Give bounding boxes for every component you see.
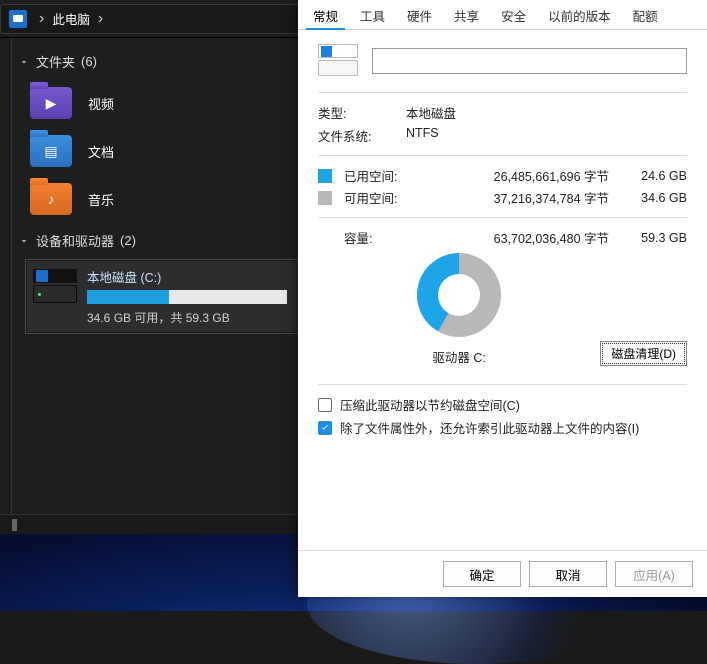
label-free: 可用空间: <box>344 188 414 207</box>
used-swatch <box>318 169 332 183</box>
usage-donut-chart <box>417 253 501 337</box>
drive-usage-bar <box>87 290 287 304</box>
drive-icon <box>318 44 358 78</box>
label-filesystem: 文件系统: <box>318 126 406 145</box>
music-icon: ♪ <box>30 183 72 215</box>
free-swatch <box>318 191 332 205</box>
dialog-button-row: 确定 取消 应用(A) <box>298 550 707 597</box>
label-capacity: 容量: <box>344 228 414 247</box>
value-filesystem: NTFS <box>406 126 687 145</box>
drive-icon <box>33 269 77 303</box>
index-label: 除了文件属性外，还允许索引此驱动器上文件的内容(I) <box>340 418 639 437</box>
free-gb: 34.6 GB <box>627 191 687 205</box>
folder-label: 音乐 <box>88 190 114 209</box>
tab-content-general: 类型: 本地磁盘 文件系统: NTFS 已用空间: 26,485,661,696… <box>298 30 707 550</box>
chevron-right-icon: › <box>39 10 44 28</box>
used-gb: 24.6 GB <box>627 169 687 183</box>
cancel-button[interactable]: 取消 <box>529 561 607 587</box>
nav-pane-edge <box>0 38 12 530</box>
disk-cleanup-button[interactable]: 磁盘清理(D) <box>600 341 687 366</box>
drive-caption: 驱动器 C: <box>432 347 485 366</box>
tab-quota[interactable]: 配额 <box>622 0 669 29</box>
tab-sharing[interactable]: 共享 <box>443 0 490 29</box>
this-pc-icon <box>9 10 27 28</box>
folder-label: 视频 <box>88 94 114 113</box>
document-icon: ▤ <box>30 135 72 167</box>
properties-dialog: 常规 工具 硬件 共享 安全 以前的版本 配额 类型: 本地磁盘 文件系统: N… <box>298 0 707 597</box>
folder-label: 文档 <box>88 142 114 161</box>
drive-name-input[interactable] <box>372 48 687 74</box>
compress-checkbox[interactable] <box>318 398 332 412</box>
index-checkbox[interactable] <box>318 421 332 435</box>
ok-button[interactable]: 确定 <box>443 561 521 587</box>
capacity-bytes: 63,702,036,480 字节 <box>414 228 627 247</box>
value-type: 本地磁盘 <box>406 103 687 122</box>
tabstrip: 常规 工具 硬件 共享 安全 以前的版本 配额 <box>298 0 707 30</box>
apply-button[interactable]: 应用(A) <box>615 561 693 587</box>
video-icon: ▶ <box>30 87 72 119</box>
group-folders-count: (6) <box>81 54 97 69</box>
label-used: 已用空间: <box>344 166 414 185</box>
tab-hardware[interactable]: 硬件 <box>396 0 443 29</box>
tab-previous[interactable]: 以前的版本 <box>537 0 622 29</box>
tab-security[interactable]: 安全 <box>490 0 537 29</box>
breadcrumb-this-pc[interactable]: 此电脑 <box>50 7 92 30</box>
compress-label: 压缩此驱动器以节约磁盘空间(C) <box>340 395 520 414</box>
free-bytes: 37,216,374,784 字节 <box>414 188 627 207</box>
group-folders-title: 文件夹 <box>36 52 75 71</box>
tab-general[interactable]: 常规 <box>302 0 349 29</box>
used-bytes: 26,485,661,696 字节 <box>414 166 627 185</box>
capacity-gb: 59.3 GB <box>627 231 687 245</box>
tab-tools[interactable]: 工具 <box>349 0 396 29</box>
group-drives-count: (2) <box>120 233 136 248</box>
group-drives-title: 设备和驱动器 <box>36 231 114 250</box>
label-type: 类型: <box>318 103 406 122</box>
chevron-right-icon: › <box>98 10 103 28</box>
